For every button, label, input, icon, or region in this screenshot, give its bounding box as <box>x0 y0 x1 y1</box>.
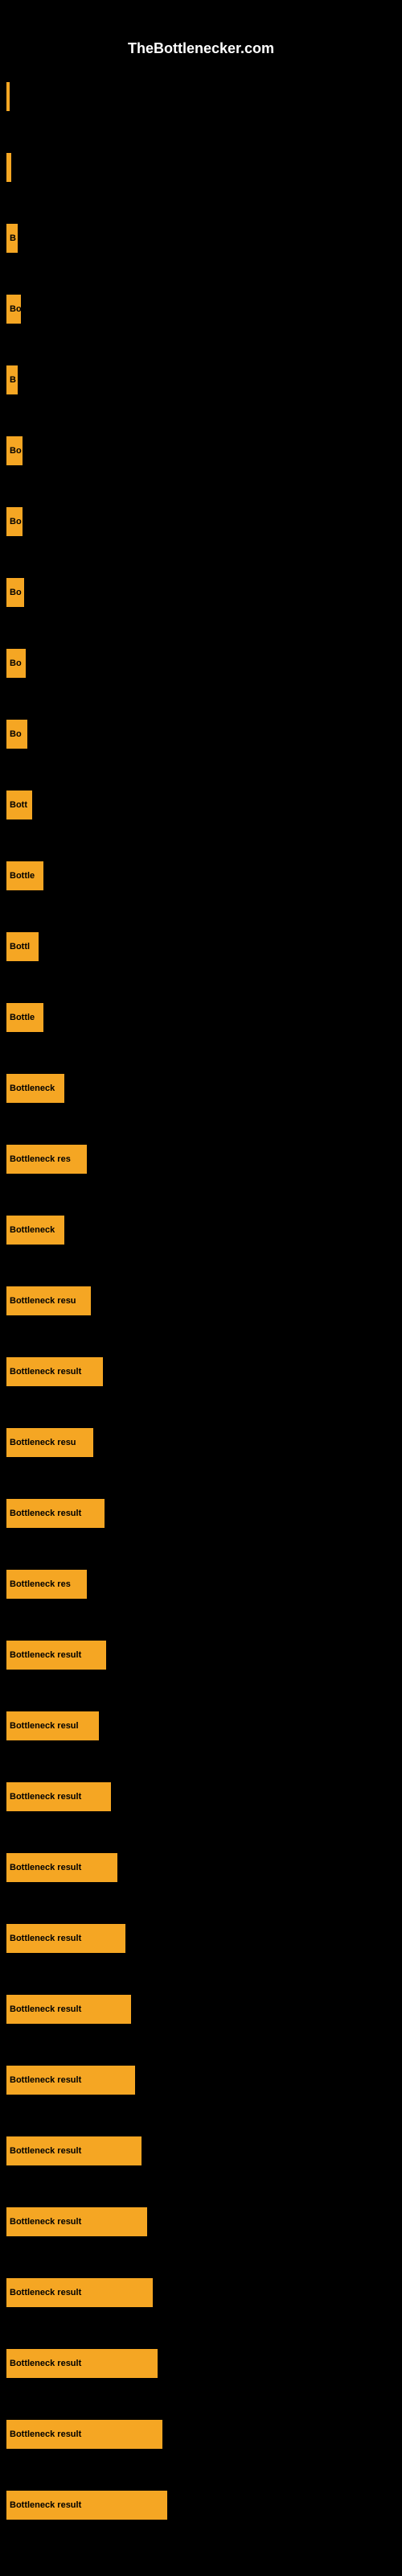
bar-row: Bottleneck result <box>0 2257 402 2328</box>
bar-row: Bottleneck result <box>0 1336 402 1407</box>
bar-row: Bottleneck res <box>0 1124 402 1195</box>
bar-row <box>0 61 402 132</box>
bar-item: Bottle <box>6 1003 43 1032</box>
bar-item: Bottleneck result <box>6 1924 125 1953</box>
bar-row: Bottleneck result <box>0 1974 402 2045</box>
bar-row: Bottleneck result <box>0 2399 402 2470</box>
bar-item: Bottleneck res <box>6 1145 87 1174</box>
bar-item: Bottleneck result <box>6 1499 105 1528</box>
bar-row: Bottleneck result <box>0 2328 402 2399</box>
bar-item: B <box>6 224 18 253</box>
bar-item: Bo <box>6 720 27 749</box>
bar-item: Bottleneck result <box>6 1357 103 1386</box>
site-title: TheBottlenecker.com <box>0 32 402 61</box>
bar-item: Bottleneck result <box>6 2491 167 2520</box>
bar-item: Bottleneck result <box>6 1641 106 1670</box>
bar-item: Bo <box>6 649 26 678</box>
bar-item: Bottleneck result <box>6 2066 135 2095</box>
bar-row: Bottleneck resul <box>0 1690 402 1761</box>
bar-row <box>0 132 402 203</box>
bar-row: Bottleneck result <box>0 2470 402 2541</box>
bar-row: Bottleneck resu <box>0 1265 402 1336</box>
bar-row: Bottl <box>0 911 402 982</box>
bar-item: Bo <box>6 295 21 324</box>
bar-row: Bottleneck result <box>0 2116 402 2186</box>
bar-item: Bottleneck result <box>6 2420 162 2449</box>
bar-item: Bo <box>6 578 24 607</box>
bar-row: Bott <box>0 770 402 840</box>
bar-row: Bo <box>0 415 402 486</box>
bar-item: Bottleneck <box>6 1216 64 1245</box>
bar-row: Bo <box>0 699 402 770</box>
bar-item <box>6 153 11 182</box>
bar-row: Bottleneck result <box>0 1832 402 1903</box>
bar-item: Bottleneck result <box>6 1853 117 1882</box>
bar-row: Bottleneck result <box>0 1478 402 1549</box>
bar-item: Bottleneck res <box>6 1570 87 1599</box>
bar-item: Bottleneck <box>6 1074 64 1103</box>
bar-row: Bottle <box>0 840 402 911</box>
bar-row: Bottleneck <box>0 1195 402 1265</box>
bar-item: Bottleneck result <box>6 1995 131 2024</box>
bar-row: Bottleneck <box>0 1053 402 1124</box>
bar-item: Bottleneck resu <box>6 1286 91 1315</box>
bar-row: Bottle <box>0 982 402 1053</box>
bar-row: Bottleneck result <box>0 1903 402 1974</box>
bar-row: Bo <box>0 274 402 345</box>
bar-row: Bottleneck result <box>0 2045 402 2116</box>
bar-item: Bottleneck result <box>6 1782 111 1811</box>
bar-item: Bo <box>6 436 23 465</box>
bar-item: Bottl <box>6 932 39 961</box>
bars-wrapper: B Bo B Bo Bo Bo Bo Bo Bott Bottle Bottl Bottle Bottl… <box>0 61 402 2541</box>
bar-item <box>6 82 10 111</box>
bar-row: Bottleneck resu <box>0 1407 402 1478</box>
bar-row: Bottleneck result <box>0 1761 402 1832</box>
bar-row: Bottleneck result <box>0 2186 402 2257</box>
bar-item: Bottleneck result <box>6 2207 147 2236</box>
bar-item: Bott <box>6 791 32 819</box>
bar-item: Bottle <box>6 861 43 890</box>
bar-item: Bottleneck result <box>6 2136 142 2165</box>
bar-item: Bottleneck resu <box>6 1428 93 1457</box>
bar-item: Bo <box>6 507 23 536</box>
bar-row: Bo <box>0 628 402 699</box>
bar-row: Bottleneck res <box>0 1549 402 1620</box>
bar-item: Bottleneck result <box>6 2349 158 2378</box>
bar-item: B <box>6 365 18 394</box>
bar-row: Bottleneck result <box>0 1620 402 1690</box>
bar-item: Bottleneck result <box>6 2278 153 2307</box>
bar-item: Bottleneck resul <box>6 1711 99 1740</box>
chart-container: TheBottlenecker.com B Bo B Bo Bo Bo Bo Bo Bott Bo… <box>0 0 402 2576</box>
bar-row: Bo <box>0 486 402 557</box>
bar-row: Bo <box>0 557 402 628</box>
bar-row: B <box>0 345 402 415</box>
bar-row: B <box>0 203 402 274</box>
